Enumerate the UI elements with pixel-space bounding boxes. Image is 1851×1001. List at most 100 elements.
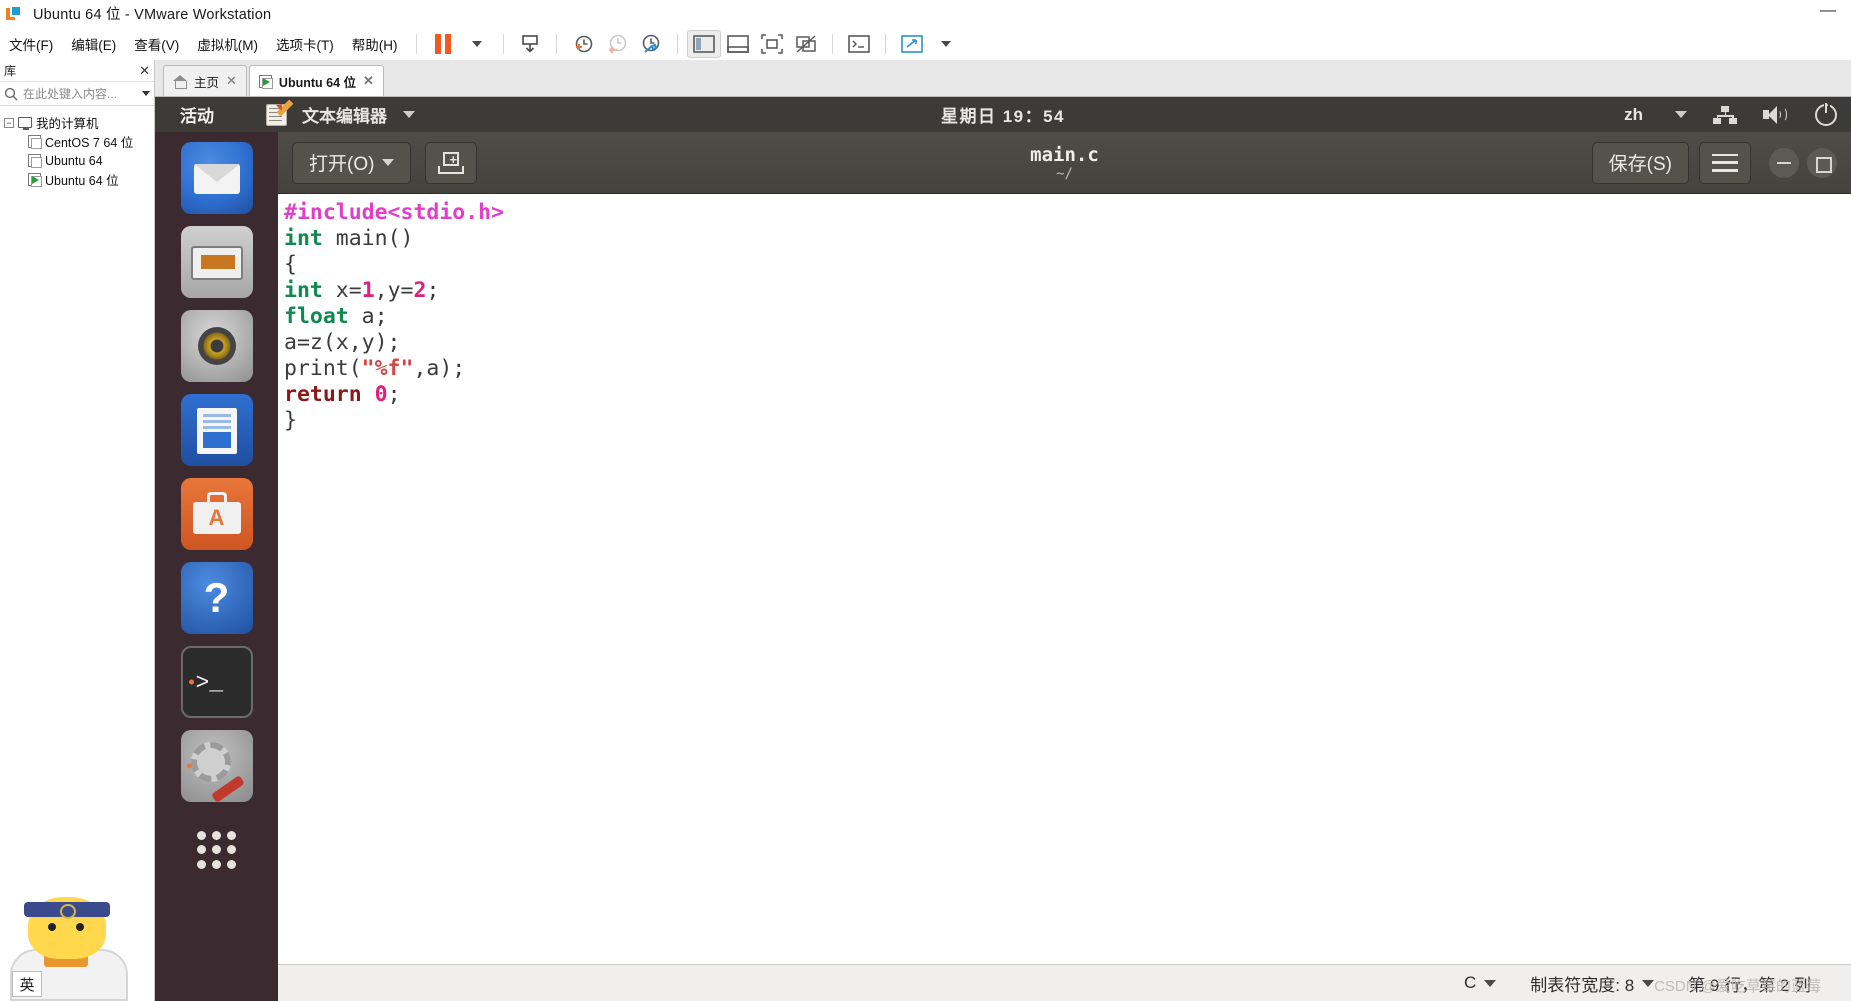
close-icon[interactable]: ✕ — [139, 63, 150, 79]
code-token: ; — [426, 278, 440, 303]
code-token: 2 — [413, 278, 427, 303]
stretch-icon — [900, 34, 923, 53]
code-token: print( — [284, 356, 362, 381]
help-icon: ? — [203, 574, 230, 621]
new-document-button[interactable]: + — [425, 141, 478, 184]
tab-close-icon[interactable]: ✕ — [363, 73, 374, 89]
menu-tabs[interactable]: 选项卡(T) — [267, 31, 343, 57]
send-ctrl-alt-del-button[interactable] — [513, 30, 547, 58]
gnome-top-bar: 活动 文本编辑器 星期日 19：54 zh — [155, 97, 1851, 132]
dock-item-files[interactable] — [180, 142, 253, 214]
activities-button[interactable]: 活动 — [180, 102, 214, 127]
tree-item-centos7[interactable]: CentOS 7 64 位 — [0, 132, 154, 151]
tree-item-my-computer[interactable]: − 我的计算机 — [0, 113, 154, 132]
code-token: { — [284, 252, 297, 277]
save-button-label: 保存(S) — [1608, 154, 1672, 175]
stretch-dropdown-button[interactable] — [929, 30, 963, 58]
tab-strip: 主页 ✕ Ubuntu 64 位 ✕ — [155, 60, 1851, 97]
minimize-button[interactable]: — — [1817, 3, 1839, 22]
maximize-icon[interactable] — [1807, 147, 1837, 178]
revert-snapshot-button[interactable] — [600, 30, 634, 58]
tree-item-label: 我的计算机 — [36, 117, 99, 131]
minimize-icon[interactable] — [1769, 147, 1799, 178]
tab-close-icon[interactable]: ✕ — [226, 73, 237, 89]
tree-item-ubuntu64bit[interactable]: Ubuntu 64 位 — [0, 170, 154, 189]
code-token: 0 — [374, 382, 388, 407]
tree-item-ubuntu64[interactable]: Ubuntu 64 — [0, 151, 154, 170]
pause-vm-button[interactable] — [426, 30, 460, 58]
code-editor-area[interactable]: #include<stdio.h> int main(){int x=1,y=2;… — [278, 194, 1851, 964]
console-view-button[interactable] — [842, 30, 876, 58]
menu-edit[interactable]: 编辑(E) — [62, 31, 125, 57]
menu-file[interactable]: 文件(F) — [0, 31, 62, 57]
guest-screen: 活动 文本编辑器 星期日 19：54 zh A ? >_ 打开(O) + mai… — [155, 97, 1851, 1001]
app-menu-button[interactable]: 文本编辑器 — [266, 99, 415, 127]
mascot-collar — [44, 951, 88, 967]
dock-item-rhythmbox[interactable] — [180, 310, 253, 382]
tree-item-label: CentOS 7 64 位 — [45, 136, 134, 150]
code-line: float a; — [284, 304, 1851, 330]
pause-dropdown-button[interactable] — [460, 30, 494, 58]
menu-vm[interactable]: 虚拟机(M) — [188, 31, 267, 57]
vmware-workstation-window: Ubuntu 64 位 - VMware Workstation — 文件(F)… — [0, 0, 1851, 1001]
show-thumbnail-bar-button[interactable] — [721, 30, 755, 58]
language-selector[interactable]: C — [1464, 973, 1497, 993]
keyboard-layout-indicator[interactable]: zh — [1624, 105, 1643, 125]
new-document-icon: + — [438, 151, 465, 174]
dock-item-software-updater[interactable] — [180, 226, 253, 298]
dock-item-terminal[interactable]: >_ — [180, 646, 253, 718]
tab-label: 主页 — [194, 75, 220, 90]
code-line: print("%f",a); — [284, 356, 1851, 382]
toolbar-divider-3 — [555, 33, 557, 54]
search-input[interactable]: 在此处键入内容... — [23, 85, 137, 102]
app-menu-label: 文本编辑器 — [302, 107, 387, 126]
library-panel: 库 ✕ 在此处键入内容... − 我的计算机 CentOS 7 64 位 Ubu… — [0, 60, 155, 1001]
chevron-down-icon-search[interactable] — [142, 91, 150, 96]
code-token: int — [284, 226, 323, 251]
show-library-button[interactable] — [686, 29, 721, 58]
save-button[interactable]: 保存(S) — [1591, 141, 1689, 184]
pause-icon — [434, 33, 451, 54]
power-icon[interactable] — [1815, 102, 1837, 126]
headerbar-right: 保存(S) — [1591, 141, 1837, 184]
menu-help[interactable]: 帮助(H) — [343, 31, 407, 57]
ubuntu-software-icon — [192, 502, 241, 534]
dock-item-show-applications[interactable] — [181, 814, 253, 886]
code-token: main() — [322, 226, 414, 251]
dock-item-ubuntu-software[interactable] — [180, 478, 253, 550]
dock-item-settings[interactable] — [180, 730, 253, 803]
hamburger-menu-button[interactable] — [1699, 141, 1751, 184]
code-line: int main() — [284, 226, 1851, 252]
chevron-down-icon-tabwidth — [1642, 979, 1655, 987]
tab-home[interactable]: 主页 ✕ — [163, 65, 247, 96]
files-icon — [193, 164, 240, 194]
dock-item-libreoffice-writer[interactable] — [180, 394, 253, 466]
library-search[interactable]: 在此处键入内容... — [0, 82, 154, 106]
take-snapshot-button[interactable] — [566, 30, 600, 58]
dock-item-help[interactable]: ? — [180, 562, 253, 634]
expander-icon[interactable]: − — [4, 117, 14, 128]
chevron-down-icon-keyboard[interactable] — [1675, 111, 1687, 118]
open-button-label: 打开(O) — [309, 154, 375, 175]
manage-snapshots-button[interactable] — [634, 30, 668, 58]
unity-mode-button[interactable] — [789, 30, 823, 58]
open-button[interactable]: 打开(O) — [292, 141, 412, 184]
mascot-head — [28, 897, 106, 959]
tab-width-selector[interactable]: 制表符宽度: 8 — [1530, 971, 1655, 996]
code-line: return 0; — [284, 382, 1851, 408]
cursor-position: 第 9 行，第 2 列 — [1688, 971, 1811, 996]
volume-icon[interactable] — [1763, 105, 1789, 125]
network-icon[interactable] — [1713, 105, 1737, 124]
chevron-down-icon-2 — [940, 40, 951, 47]
hamburger-menu-icon — [1712, 153, 1738, 172]
mascot-headband — [24, 902, 110, 919]
menu-view[interactable]: 查看(V) — [125, 31, 188, 57]
enter-fullscreen-button[interactable] — [755, 30, 789, 58]
stretch-guest-button[interactable] — [895, 30, 929, 58]
libreoffice-writer-icon — [196, 408, 237, 454]
vmware-logo-icon — [6, 5, 23, 22]
tab-ubuntu64bit[interactable]: Ubuntu 64 位 ✕ — [248, 65, 384, 96]
ime-mode-badge[interactable]: 英 — [12, 971, 42, 997]
chevron-down-icon-appmenu — [403, 111, 415, 118]
